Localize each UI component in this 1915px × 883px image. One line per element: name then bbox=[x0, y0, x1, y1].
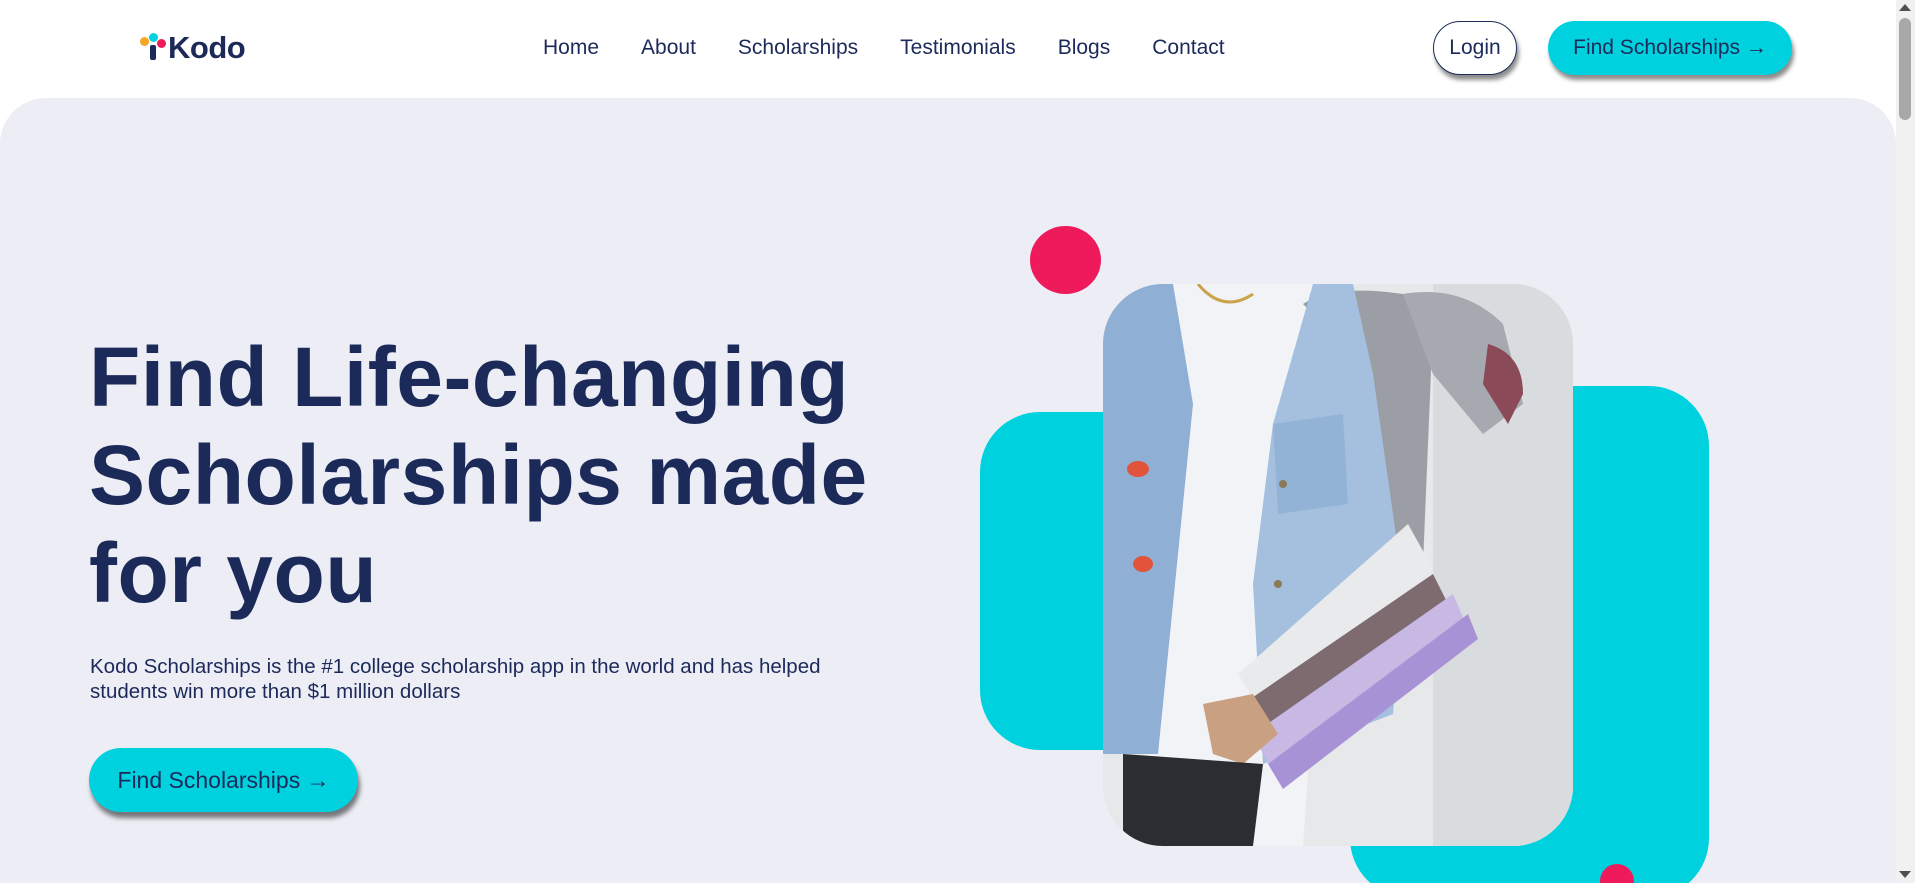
hero-description: Kodo Scholarships is the #1 college scho… bbox=[90, 655, 821, 703]
nav-item-testimonials[interactable]: Testimonials bbox=[900, 34, 1016, 62]
student-photo bbox=[1103, 284, 1573, 846]
nav-item-blogs[interactable]: Blogs bbox=[1058, 34, 1111, 62]
hero-title: Find Life-changing Scholarships made for… bbox=[89, 328, 889, 622]
brand-name: Kodo bbox=[168, 30, 246, 65]
hero-section: Find Life-changing Scholarships made for… bbox=[0, 98, 1896, 883]
site-header: Kodo Home About Scholarships Testimonial… bbox=[0, 0, 1896, 98]
kodo-logo[interactable]: Kodo bbox=[136, 30, 246, 66]
scrollbar-thumb[interactable] bbox=[1899, 18, 1911, 120]
scroll-up-arrow-icon[interactable] bbox=[1899, 4, 1911, 11]
hero-title-line-1: Find Life-changing bbox=[89, 330, 850, 424]
scrollbar[interactable] bbox=[1896, 0, 1915, 883]
student-illustration bbox=[1103, 284, 1573, 846]
decorative-pink-dot-top bbox=[1030, 226, 1101, 294]
hero-title-line-2: Scholarships made bbox=[89, 428, 868, 522]
kodo-logo-icon bbox=[136, 33, 166, 63]
nav-item-home[interactable]: Home bbox=[543, 34, 599, 62]
login-button[interactable]: Login bbox=[1433, 21, 1517, 75]
nav-item-scholarships[interactable]: Scholarships bbox=[738, 34, 858, 62]
nav-item-contact[interactable]: Contact bbox=[1152, 34, 1224, 62]
main-nav: Home About Scholarships Testimonials Blo… bbox=[543, 34, 1225, 62]
scroll-down-arrow-icon[interactable] bbox=[1899, 871, 1911, 878]
find-scholarships-header-button[interactable]: Find Scholarships → bbox=[1548, 21, 1792, 75]
hero-title-line-3: for you bbox=[89, 526, 378, 620]
nav-item-about[interactable]: About bbox=[641, 34, 696, 62]
find-scholarships-hero-button[interactable]: Find Scholarships → bbox=[89, 748, 358, 812]
